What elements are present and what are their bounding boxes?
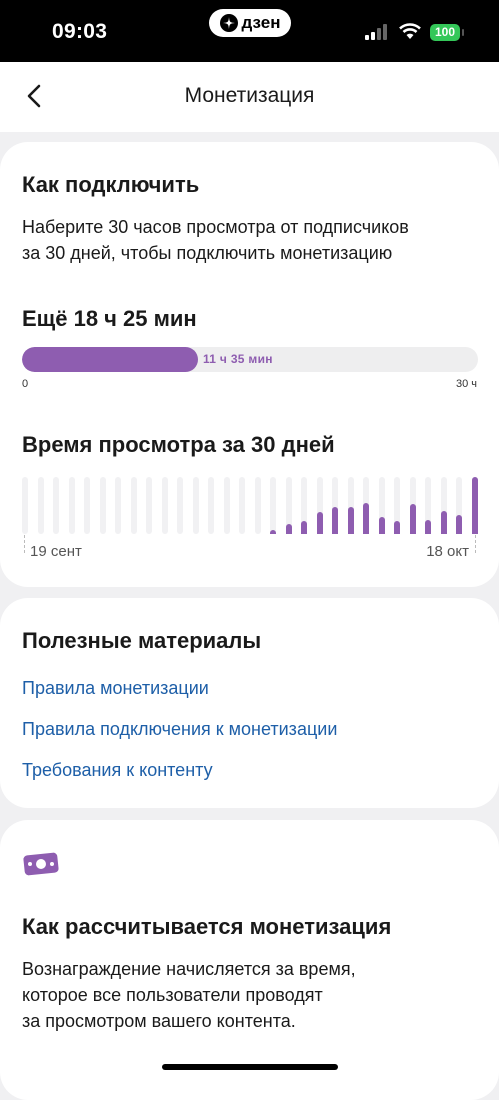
- chart-bar: [363, 503, 369, 534]
- chart-bar-track: [208, 477, 214, 534]
- progress-axis-start: 0: [22, 378, 29, 390]
- chart-bar: [332, 507, 338, 534]
- chart-bar-track: [177, 477, 183, 534]
- connection-rules-link[interactable]: Правила подключения к монетизации: [22, 719, 337, 740]
- status-time: 09:03: [52, 20, 108, 43]
- battery-tip: [462, 29, 464, 36]
- chart-bar-track: [255, 477, 261, 534]
- home-indicator: [162, 1064, 338, 1070]
- status-bar: 09:03 дзен 100: [0, 0, 499, 62]
- progress-label: 11 ч 35 мин: [203, 352, 273, 366]
- content-requirements-link[interactable]: Требования к контенту: [22, 760, 213, 781]
- chart-bar-track: [38, 477, 44, 534]
- chart-bar-track: [162, 477, 168, 534]
- chart-bar: [379, 517, 385, 534]
- chart-bar: [425, 520, 431, 534]
- chart-bar: [348, 507, 354, 534]
- chart-bar-track: [69, 477, 75, 534]
- chart-bar-track: [100, 477, 106, 534]
- chart-start-date: 19 сент: [30, 543, 82, 560]
- chart-bar: [394, 521, 400, 534]
- chart-bar-track: [193, 477, 199, 534]
- chart-bar: [441, 511, 447, 534]
- calc-text-line2: которое все пользователи проводят: [22, 985, 323, 1005]
- chart-bar-track: [131, 477, 137, 534]
- connect-title: Как подключить: [22, 172, 200, 197]
- watch-time-chart: [22, 477, 478, 535]
- calc-card: Как рассчитывается монетизация Вознаграж…: [0, 820, 499, 1100]
- wifi-icon: [399, 23, 421, 39]
- battery-icon: 100: [430, 24, 460, 41]
- monetization-rules-link[interactable]: Правила монетизации: [22, 678, 209, 699]
- page-title: Монетизация: [184, 84, 315, 107]
- calc-text-line3: за просмотром вашего контента.: [22, 1011, 296, 1031]
- remaining-time: Ещё 18 ч 25 мин: [22, 306, 197, 331]
- chart-bar: [472, 477, 478, 534]
- start-date-marker: [24, 535, 25, 553]
- chart-bar-track: [146, 477, 152, 534]
- dzen-label: дзен: [241, 13, 281, 32]
- connect-text-line1: Наберите 30 часов просмотра от подписчик…: [22, 217, 409, 237]
- materials-title: Полезные материалы: [22, 628, 262, 653]
- chart-bar: [410, 504, 416, 534]
- chart-bar-track: [115, 477, 121, 534]
- chart-bar: [456, 515, 462, 534]
- chart-bar-track: [53, 477, 59, 534]
- chart-bar: [286, 524, 292, 534]
- materials-card: Полезные материалы Правила монетизации П…: [0, 598, 499, 808]
- connect-text-line2: за 30 дней, чтобы подключить монетизацию: [22, 243, 393, 263]
- calc-text-line1: Вознаграждение начисляется за время,: [22, 959, 356, 979]
- money-icon: [23, 852, 59, 876]
- chart-bar-track: [270, 477, 276, 534]
- watch-time-title: Время просмотра за 30 дней: [22, 432, 335, 457]
- chart-bar-track: [22, 477, 28, 534]
- connect-card: Как подключить Наберите 30 часов просмот…: [0, 142, 499, 587]
- progress-fill: [22, 347, 199, 372]
- dzen-logo-icon: [219, 14, 238, 32]
- chart-bar: [301, 521, 307, 534]
- progress-axis-end: 30 ч: [455, 378, 477, 390]
- calc-title: Как рассчитывается монетизация: [22, 914, 392, 939]
- chart-bar-track: [84, 477, 90, 534]
- dzen-app-pill[interactable]: дзен: [209, 9, 291, 37]
- chart-bar-track: [239, 477, 245, 534]
- chart-bar: [317, 512, 323, 534]
- top-bar: Монетизация: [0, 62, 499, 132]
- chart-bar-track: [224, 477, 230, 534]
- chart-bar: [270, 530, 276, 534]
- cellular-signal-icon: [365, 24, 387, 40]
- chart-end-date: 18 окт: [426, 543, 469, 560]
- end-date-marker: [475, 535, 476, 553]
